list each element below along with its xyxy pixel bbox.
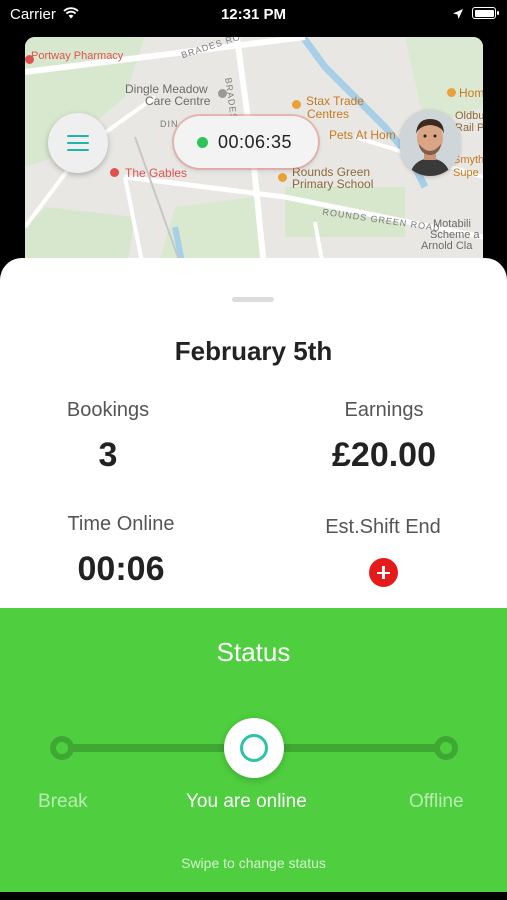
map-label: Primary School bbox=[292, 177, 374, 191]
clock: 12:31 PM bbox=[220, 6, 287, 23]
map-label: Hom bbox=[459, 86, 483, 100]
map-label: Stax Trade bbox=[306, 94, 365, 108]
shift-summary-sheet: February 5th Bookings 3 Earnings £20.00 … bbox=[0, 258, 507, 900]
map-label: Supe bbox=[453, 167, 479, 179]
online-status-dot bbox=[197, 137, 208, 148]
earnings-label: Earnings bbox=[344, 399, 424, 421]
status-panel: Status Break You are online Offline Swip… bbox=[0, 608, 507, 900]
bookings-label: Bookings bbox=[66, 399, 150, 421]
map-label: Centres bbox=[307, 107, 350, 121]
avatar[interactable] bbox=[400, 110, 460, 176]
map-label: Care Centre bbox=[145, 94, 211, 108]
map-label: Pets At Hom bbox=[329, 128, 396, 142]
status-option-break[interactable]: Break bbox=[38, 791, 88, 813]
shift-end-label: Est.Shift End bbox=[325, 516, 441, 538]
home-indicator-area bbox=[0, 892, 507, 900]
driver-photo bbox=[400, 110, 460, 176]
location-arrow-icon bbox=[452, 7, 464, 25]
offline-node[interactable] bbox=[434, 736, 458, 760]
status-title: Status bbox=[216, 637, 291, 667]
status-slider-knob[interactable] bbox=[224, 718, 284, 778]
map-label: Arnold Cla bbox=[421, 240, 473, 252]
timer-value: 00:06:35 bbox=[218, 132, 293, 152]
bookings-value: 3 bbox=[98, 436, 118, 474]
gables-pin-icon bbox=[110, 168, 119, 177]
time-online-label: Time Online bbox=[67, 513, 175, 535]
online-timer: 00:06:35 bbox=[174, 116, 318, 168]
map-label: The Gables bbox=[125, 166, 188, 180]
map-label: Portway Pharmacy bbox=[31, 50, 124, 62]
status-bar: Carrier 12:31 PM bbox=[0, 0, 507, 30]
add-shift-end-button[interactable] bbox=[369, 558, 398, 587]
break-node[interactable] bbox=[50, 736, 74, 760]
hamburger-menu-icon bbox=[67, 135, 89, 137]
sheet-grabber[interactable] bbox=[232, 297, 274, 302]
summary-date: February 5th bbox=[174, 336, 333, 366]
status-option-offline[interactable]: Offline bbox=[409, 791, 464, 813]
battery-icon bbox=[472, 7, 499, 19]
earnings-value: £20.00 bbox=[332, 436, 436, 474]
road-label: DIN bbox=[160, 119, 179, 129]
swipe-hint: Swipe to change status bbox=[181, 855, 326, 871]
menu-button[interactable] bbox=[48, 113, 108, 173]
status-option-online[interactable]: You are online bbox=[186, 791, 307, 813]
school-pin-icon bbox=[278, 173, 287, 182]
time-online-value: 00:06 bbox=[77, 550, 165, 588]
shop-pin-icon bbox=[292, 100, 301, 109]
map-label: Oldbury bbox=[455, 110, 483, 122]
home-store-pin-icon bbox=[447, 88, 456, 97]
